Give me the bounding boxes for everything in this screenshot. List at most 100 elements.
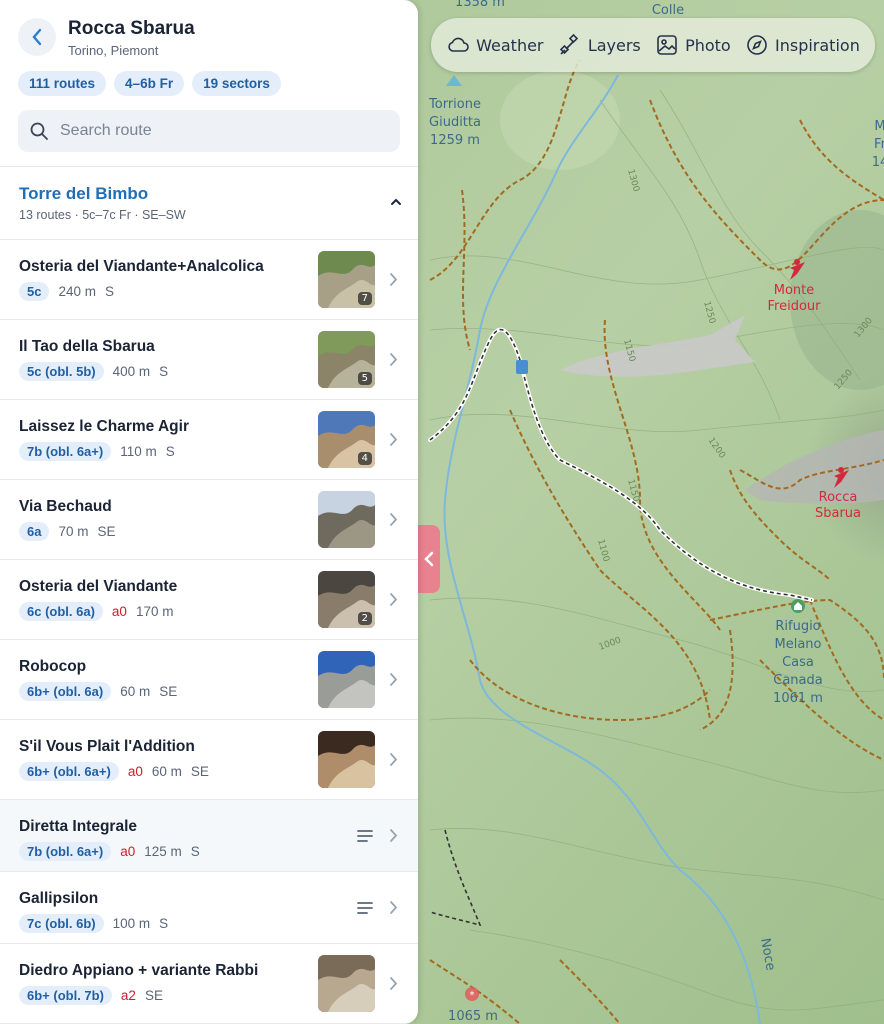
route-row[interactable]: Laissez le Charme Agir 7b (obl. 6a+) 110 m…: [0, 400, 418, 480]
aid-grade: a0: [120, 844, 136, 859]
route-row[interactable]: S'il Vous Plait l'Addition 6b+ (obl. 6a+)…: [0, 720, 418, 800]
routes-count-chip[interactable]: 111 routes: [18, 71, 107, 96]
route-photo[interactable]: [318, 731, 375, 788]
map-label-edge-2: Fr: [874, 137, 884, 152]
route-aspect: S: [159, 364, 169, 379]
route-aspect: SE: [144, 988, 163, 1003]
map-label-colle: Colle: [652, 3, 684, 18]
map-label-torrione[interactable]: Torrione: [428, 97, 481, 112]
map-label-torrione-3: 1259 m: [430, 133, 480, 148]
photo-count: 5: [357, 372, 372, 385]
route-row[interactable]: Robocop 6b+ (obl. 6a) 60 m SE: [0, 640, 418, 720]
search-icon: [30, 122, 48, 140]
layers-button[interactable]: Layers: [558, 33, 641, 57]
chevron-right-icon: [390, 593, 398, 606]
route-details: 6c (obl. 6a) a0 170 m: [19, 602, 173, 621]
route-photo[interactable]: [318, 955, 375, 1012]
route-row[interactable]: Gallipsilon 7c (obl. 6b) 100 m S: [0, 872, 418, 944]
map-label-edge-1: M: [874, 119, 884, 134]
route-photo[interactable]: 2: [318, 571, 375, 628]
route-length: 125 m: [144, 844, 182, 859]
chevron-right-icon: [390, 753, 398, 766]
topo-lines-icon: [357, 830, 373, 842]
chevron-left-icon: [424, 551, 434, 567]
chevron-right-icon: [390, 673, 398, 686]
grade-badge: 6b+ (obl. 6a+): [19, 762, 119, 781]
grade-badge: 5c: [19, 282, 50, 301]
photo-button[interactable]: Photo: [655, 33, 731, 57]
chevron-right-icon: [390, 513, 398, 526]
inspiration-button[interactable]: Inspiration: [745, 33, 860, 57]
route-aspect: S: [159, 916, 169, 931]
grade-badge: 6a: [19, 522, 50, 541]
route-row[interactable]: Osteria del Viandante+Analcolica 5c 240 m S…: [0, 240, 418, 320]
chevron-right-icon: [390, 273, 398, 286]
crag-location: Torino, Piemont: [68, 43, 159, 58]
sector-meta: 13 routes · 5c–7c Fr · SE–SW: [19, 208, 186, 222]
chevron-up-icon[interactable]: [390, 197, 402, 207]
search-box[interactable]: [18, 110, 400, 152]
image-icon: [657, 35, 677, 55]
photo-count: 4: [357, 452, 372, 465]
route-details: 5c 240 m S: [19, 282, 114, 301]
photo-count: 7: [357, 292, 372, 305]
route-aspect: SE: [190, 764, 209, 779]
grade-badge: 7b (obl. 6a+): [19, 842, 112, 861]
photo-thumbnail-icon: [318, 955, 375, 1012]
route-length: 100 m: [112, 916, 151, 931]
photo-count: 2: [357, 612, 372, 625]
route-length: 110 m: [120, 444, 157, 459]
route-photo[interactable]: 4: [318, 411, 375, 468]
weather-button[interactable]: Weather: [446, 33, 544, 57]
map-label-monte-2: Freidour: [768, 299, 822, 314]
map-label-torrione-2: Giuditta: [429, 115, 481, 130]
sector-header[interactable]: Torre del Bimbo 13 routes · 5c–7c Fr · S…: [0, 167, 418, 240]
route-name: Diretta Integrale: [19, 818, 138, 835]
route-name: Osteria del Viandante+Analcolica: [19, 258, 264, 275]
route-details: 6a 70 m SE: [19, 522, 116, 541]
route-photo[interactable]: 5: [318, 331, 375, 388]
cloud-icon: [448, 37, 469, 52]
route-row[interactable]: Diedro Appiano + variante Rabbi 6b+ (obl.…: [0, 944, 418, 1024]
route-row[interactable]: Osteria del Viandante 6c (obl. 6a) a0 170 m…: [0, 560, 418, 640]
route-photo[interactable]: [318, 491, 375, 548]
route-details: 7c (obl. 6b) 100 m S: [19, 914, 168, 933]
route-photo[interactable]: 7: [318, 251, 375, 308]
grade-badge: 6c (obl. 6a): [19, 602, 103, 621]
route-aspect: SE: [97, 524, 116, 539]
inspiration-label: Inspiration: [775, 35, 860, 55]
map-label-monte[interactable]: Monte: [774, 283, 815, 298]
route-aspect: S: [165, 444, 175, 459]
route-row[interactable]: Via Bechaud 6a 70 m SE: [0, 480, 418, 560]
grade-badge: 5c (obl. 5b): [19, 362, 104, 381]
route-row[interactable]: Il Tao della Sbarua 5c (obl. 5b) 400 m S 5: [0, 320, 418, 400]
back-button[interactable]: [18, 18, 56, 56]
map-toolbar: Weather Layers Photo Inspiration: [431, 18, 875, 72]
route-details: 7b (obl. 6a+) a0 125 m S: [19, 842, 200, 861]
map-label-rocca[interactable]: Rocca: [819, 490, 858, 505]
sectors-count-chip[interactable]: 19 sectors: [192, 71, 281, 96]
chevron-right-icon: [390, 353, 398, 366]
route-photo[interactable]: [318, 651, 375, 708]
map-label-rifugio-2: Melano: [775, 637, 822, 652]
route-row[interactable]: Diretta Integrale 7b (obl. 6a+) a0 125 m S: [0, 800, 418, 872]
map-label-bottom-elev: 1065 m: [448, 1009, 498, 1024]
route-details: 6b+ (obl. 6a) 60 m SE: [19, 682, 177, 701]
route-name: Il Tao della Sbarua: [19, 338, 155, 355]
chevron-right-icon: [390, 433, 398, 446]
route-details: 7b (obl. 6a+) 110 m S: [19, 442, 175, 461]
search-input[interactable]: [58, 121, 382, 141]
route-length: 60 m: [151, 764, 182, 779]
route-length: 60 m: [120, 684, 151, 699]
chevron-right-icon: [390, 901, 398, 914]
route-length: 240 m: [58, 284, 96, 299]
route-length: 400 m: [112, 364, 151, 379]
route-length: 70 m: [58, 524, 89, 539]
map-label-rifugio[interactable]: Rifugio: [775, 619, 820, 634]
route-name: Gallipsilon: [19, 890, 99, 907]
compass-icon: [747, 35, 767, 55]
grade-badge: 6b+ (obl. 7b): [19, 986, 112, 1005]
collapse-panel-button[interactable]: [418, 525, 440, 593]
map-label-rocca-2: Sbarua: [815, 506, 861, 521]
grade-range-chip[interactable]: 4–6b Fr: [114, 71, 185, 96]
